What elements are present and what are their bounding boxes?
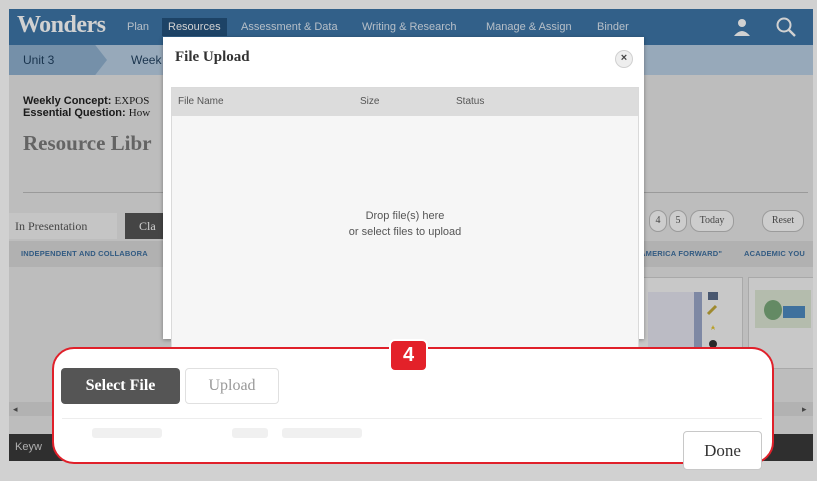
column-file-name: File Name bbox=[178, 96, 224, 107]
faint-text bbox=[282, 428, 362, 438]
column-size: Size bbox=[360, 96, 380, 107]
upload-button[interactable]: Upload bbox=[185, 368, 279, 404]
select-instruction: or select files to upload bbox=[348, 226, 462, 238]
file-table: File Name Size Status Drop file(s) here … bbox=[171, 87, 639, 349]
select-file-button[interactable]: Select File bbox=[61, 368, 180, 404]
done-button[interactable]: Done bbox=[683, 431, 762, 470]
step-badge: 4 bbox=[389, 339, 428, 372]
drop-instruction: Drop file(s) here bbox=[365, 210, 445, 222]
faint-text bbox=[92, 428, 162, 438]
callout-divider bbox=[62, 418, 762, 419]
file-drop-zone[interactable]: Drop file(s) here or select files to upl… bbox=[172, 116, 638, 348]
close-button[interactable]: × bbox=[615, 50, 633, 68]
dialog-title: File Upload bbox=[175, 49, 250, 65]
close-icon: × bbox=[620, 52, 628, 64]
column-status: Status bbox=[456, 96, 485, 107]
faint-text bbox=[232, 428, 268, 438]
file-table-header: File Name Size Status bbox=[172, 88, 638, 116]
file-upload-dialog: File Upload × File Name Size Status Drop… bbox=[163, 37, 644, 349]
